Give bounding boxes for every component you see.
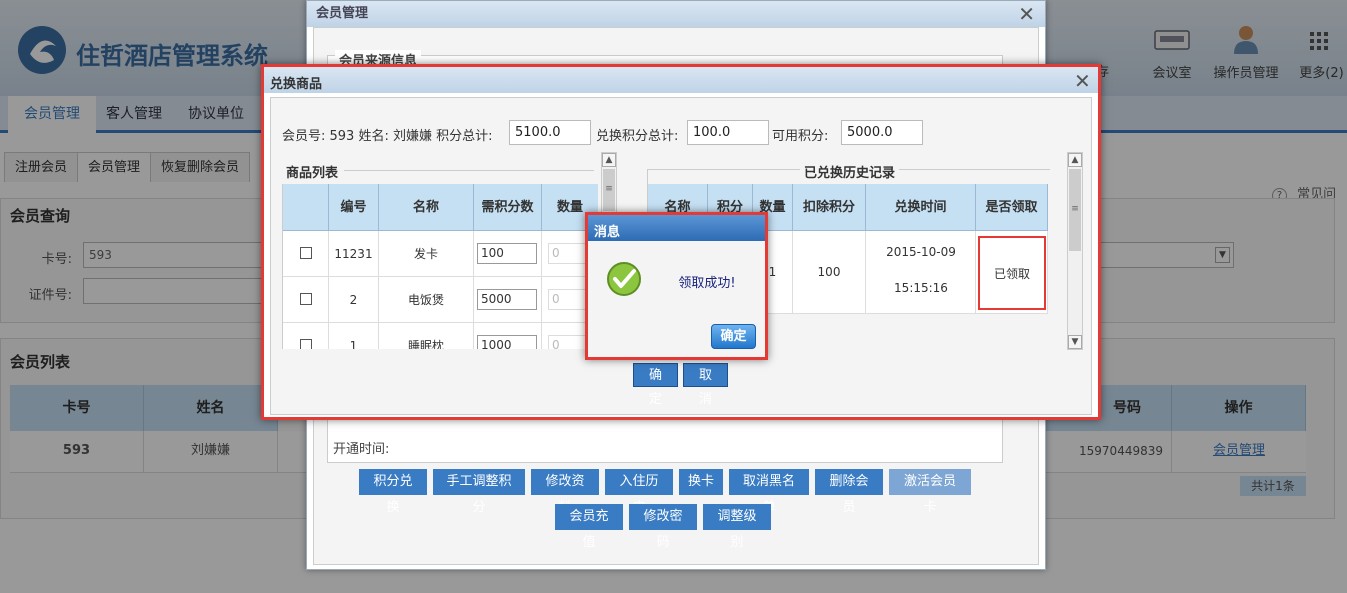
- goods-row-points-input[interactable]: 100: [477, 243, 537, 264]
- goods-row-check-cell: [283, 277, 329, 323]
- goods-row-points-input[interactable]: 5000: [477, 289, 537, 310]
- goods-row-points-input[interactable]: 1000: [477, 335, 537, 349]
- total-points-input[interactable]: 5100.0: [509, 120, 591, 145]
- message-ok-button[interactable]: 确定: [711, 324, 756, 349]
- scroll-up-icon[interactable]: ▲: [602, 153, 616, 167]
- goods-row-name: 电饭煲: [379, 277, 474, 323]
- available-points-input[interactable]: 5000.0: [841, 120, 923, 145]
- history-scrollbar[interactable]: ▲ ≡ ▼: [1067, 152, 1083, 350]
- delete-member-button[interactable]: 删除会员: [815, 469, 883, 515]
- goods-row-checkbox[interactable]: [300, 293, 312, 305]
- goods-row-check-cell: [283, 231, 329, 277]
- goods-row-checkbox[interactable]: [300, 247, 312, 259]
- scroll-thumb[interactable]: ≡: [603, 169, 615, 211]
- history-row-received-cell: 已领取: [976, 231, 1048, 314]
- history-header-received: 是否领取: [976, 184, 1048, 231]
- goods-row-points-cell: 1000: [474, 323, 542, 349]
- goods-row-id: 2: [329, 277, 379, 323]
- member-window-title: 会员管理: [307, 1, 1045, 27]
- goods-table: 编号 名称 需积分数 数量 11231 发卡 100 0 2 电饭煲 5000 …: [282, 184, 598, 349]
- history-row-date: 2015-10-09: [886, 245, 956, 259]
- goods-row-id: 1: [329, 323, 379, 349]
- points-exchange-button[interactable]: 积分兑换: [359, 469, 427, 515]
- change-password-button[interactable]: 修改密码: [629, 504, 697, 550]
- history-row-deduct: 100: [793, 231, 866, 314]
- scroll-down-icon[interactable]: ▼: [1068, 335, 1082, 349]
- table-row: 2 电饭煲 5000 0: [283, 277, 598, 323]
- goods-row-name: 睡眠枕: [379, 323, 474, 349]
- received-status: 已领取: [978, 236, 1046, 310]
- exchange-dialog-title: 兑换商品: [270, 77, 323, 92]
- change-card-button[interactable]: 换卡: [679, 469, 723, 495]
- member-button-row-1: 积分兑换 手工调整积分 修改资料 入住历史 换卡 取消黑名单 删除会员 激活会员…: [359, 469, 999, 515]
- activate-card-button[interactable]: 激活会员卡: [889, 469, 971, 515]
- success-check-icon: [606, 261, 642, 297]
- goods-header-points: 需积分数: [474, 184, 542, 231]
- exchange-dialog-titlebar: [264, 67, 1098, 93]
- edit-info-button[interactable]: 修改资料: [531, 469, 599, 515]
- goods-row-points-cell: 100: [474, 231, 542, 277]
- exchange-cancel-button[interactable]: 取消: [683, 363, 728, 407]
- scroll-up-icon[interactable]: ▲: [1068, 153, 1082, 167]
- table-row: 1 睡眠枕 1000 0: [283, 323, 598, 349]
- message-box-title: 消息: [594, 225, 621, 240]
- message-box: 消息 领取成功! 确定: [585, 212, 768, 360]
- history-header-deduct: 扣除积分: [793, 184, 866, 231]
- history-row-time-cell: 2015-10-09 15:15:16: [866, 231, 976, 314]
- adjust-level-button[interactable]: 调整级别: [703, 504, 771, 550]
- available-points-label: 可用积分:: [772, 129, 829, 144]
- remove-blacklist-button[interactable]: 取消黑名单: [729, 469, 809, 515]
- exchange-points-input[interactable]: 100.0: [687, 120, 769, 145]
- exchange-dialog-close-icon[interactable]: ✕: [1074, 71, 1091, 91]
- exchange-ok-button[interactable]: 确定: [633, 363, 678, 407]
- member-info-text: 会员号: 593 姓名: 刘嫌嫌 积分总计:: [282, 129, 493, 144]
- message-text: 领取成功!: [678, 276, 736, 291]
- goods-header-id: 编号: [329, 184, 379, 231]
- goods-row-id: 11231: [329, 231, 379, 277]
- goods-list-title: 商品列表: [286, 166, 339, 181]
- table-row: 11231 发卡 100 0: [283, 231, 598, 277]
- goods-header-check: [283, 184, 329, 231]
- manual-adjust-points-button[interactable]: 手工调整积分: [433, 469, 525, 515]
- goods-header-name: 名称: [379, 184, 474, 231]
- goods-row-check-cell: [283, 323, 329, 349]
- member-recharge-button[interactable]: 会员充值: [555, 504, 623, 550]
- goods-row-checkbox[interactable]: [300, 339, 312, 349]
- goods-row-points-cell: 5000: [474, 277, 542, 323]
- scroll-thumb[interactable]: ≡: [1069, 169, 1081, 251]
- open-time-label: 开通时间:: [333, 442, 390, 457]
- member-window-close-icon[interactable]: ✕: [1018, 4, 1035, 24]
- history-row-time: 15:15:16: [894, 281, 948, 295]
- history-header-time: 兑换时间: [866, 184, 976, 231]
- exchange-points-label: 兑换积分总计:: [596, 129, 679, 144]
- stay-history-button[interactable]: 入住历史: [605, 469, 673, 515]
- goods-list-rule: [344, 170, 594, 171]
- goods-row-name: 发卡: [379, 231, 474, 277]
- history-title: 已兑换历史记录: [800, 162, 900, 181]
- member-button-row-2: 会员充值 修改密码 调整级别: [555, 504, 785, 550]
